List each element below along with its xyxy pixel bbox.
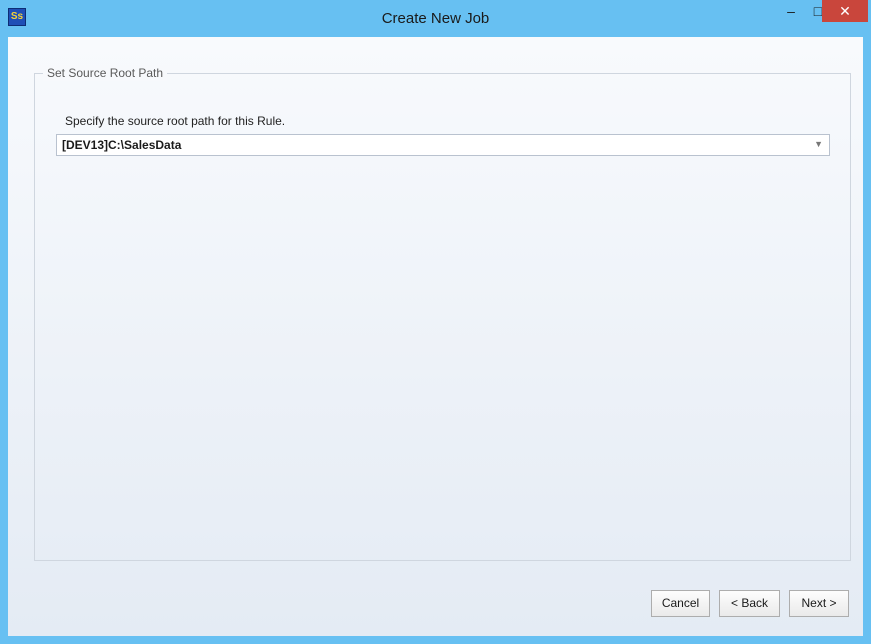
- create-new-job-window: Ss Create New Job – □ ✕ Set Source Root …: [0, 0, 871, 644]
- source-root-path-group: Set Source Root Path Specify the source …: [34, 65, 851, 561]
- window-title: Create New Job: [381, 10, 490, 27]
- group-legend: Set Source Root Path: [43, 65, 168, 81]
- close-button[interactable]: ✕: [822, 0, 868, 22]
- source-root-path-dropdown[interactable]: [DEV13]C:\SalesData ▼: [56, 134, 830, 156]
- source-root-path-value: [DEV13]C:\SalesData: [62, 138, 182, 152]
- instruction-text: Specify the source root path for this Ru…: [65, 114, 286, 128]
- chevron-down-icon[interactable]: ▼: [814, 139, 823, 149]
- minimize-button[interactable]: –: [776, 0, 806, 22]
- next-button[interactable]: Next >: [789, 590, 849, 617]
- back-button[interactable]: < Back: [719, 590, 780, 617]
- title-bar[interactable]: Ss Create New Job – □ ✕: [0, 0, 871, 37]
- dialog-content: Set Source Root Path Specify the source …: [8, 37, 863, 636]
- cancel-button[interactable]: Cancel: [651, 590, 710, 617]
